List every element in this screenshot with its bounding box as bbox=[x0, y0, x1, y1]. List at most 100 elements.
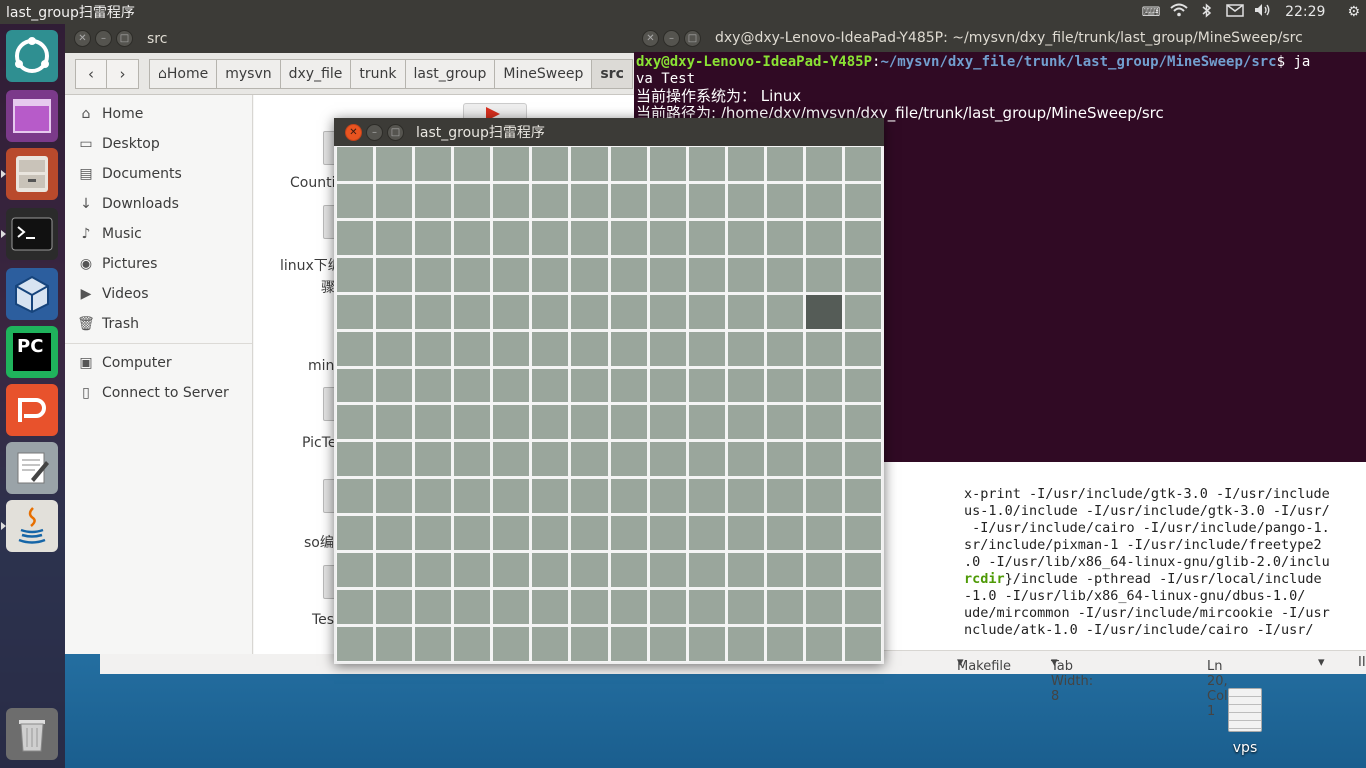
mine-cell[interactable] bbox=[610, 479, 647, 514]
mine-cell[interactable] bbox=[571, 257, 608, 292]
mine-cell[interactable] bbox=[532, 405, 569, 440]
sidebar-item-trash[interactable]: 🗑 Trash bbox=[65, 309, 252, 339]
sidebar-item-videos[interactable]: ▶ Videos bbox=[65, 279, 252, 309]
mine-cell[interactable] bbox=[766, 590, 803, 625]
mine-cell[interactable] bbox=[454, 553, 491, 588]
maximize-icon[interactable]: □ bbox=[387, 123, 404, 141]
mine-cell[interactable] bbox=[688, 553, 725, 588]
breadcrumb-minesweep[interactable]: MineSweep bbox=[495, 58, 593, 89]
mine-cell[interactable] bbox=[493, 405, 530, 440]
mine-cell[interactable] bbox=[610, 331, 647, 366]
maximize-icon[interactable]: □ bbox=[684, 29, 701, 47]
mine-cell[interactable] bbox=[493, 147, 530, 181]
mine-cell[interactable] bbox=[571, 294, 608, 329]
mine-cell[interactable] bbox=[376, 331, 413, 366]
mine-cell[interactable] bbox=[376, 294, 413, 329]
mine-cell[interactable] bbox=[727, 442, 764, 477]
mine-cell[interactable] bbox=[337, 368, 374, 403]
mine-cell[interactable] bbox=[532, 147, 569, 181]
terminal-titlebar[interactable]: ✕ – □ dxy@dxy-Lenovo-IdeaPad-Y485P: ~/my… bbox=[634, 24, 1366, 52]
mine-cell[interactable] bbox=[766, 294, 803, 329]
mine-cell[interactable] bbox=[649, 442, 686, 477]
mine-cell[interactable] bbox=[844, 516, 881, 551]
mine-cell[interactable] bbox=[649, 590, 686, 625]
mine-cell[interactable] bbox=[727, 147, 764, 181]
maximize-icon[interactable]: □ bbox=[116, 30, 133, 47]
mine-cell[interactable] bbox=[376, 183, 413, 218]
mine-cell[interactable] bbox=[571, 590, 608, 625]
mine-cell[interactable] bbox=[805, 553, 842, 588]
mine-cell[interactable] bbox=[532, 183, 569, 218]
mine-cell[interactable] bbox=[649, 220, 686, 255]
mine-cell[interactable] bbox=[493, 590, 530, 625]
mine-cell[interactable] bbox=[649, 331, 686, 366]
mine-cell[interactable] bbox=[454, 220, 491, 255]
mine-cell[interactable] bbox=[688, 257, 725, 292]
mine-cell[interactable] bbox=[805, 627, 842, 661]
mine-cell[interactable] bbox=[376, 516, 413, 551]
terminal-output[interactable]: dxy@dxy-Lenovo-IdeaPad-Y485P:~/mysvn/dxy… bbox=[634, 52, 1366, 124]
mine-cell[interactable] bbox=[610, 257, 647, 292]
mine-cell[interactable] bbox=[688, 405, 725, 440]
file-name[interactable]: linux下编 bbox=[280, 255, 342, 275]
file-name[interactable]: so编 bbox=[304, 532, 334, 552]
mine-cell[interactable] bbox=[493, 257, 530, 292]
mine-cell[interactable] bbox=[688, 479, 725, 514]
mine-cell[interactable] bbox=[688, 331, 725, 366]
mine-cell[interactable] bbox=[571, 516, 608, 551]
mine-cell[interactable] bbox=[610, 294, 647, 329]
mine-cell[interactable] bbox=[805, 590, 842, 625]
mine-cell[interactable] bbox=[532, 331, 569, 366]
terminal-icon[interactable] bbox=[1, 208, 58, 260]
mine-cell[interactable] bbox=[571, 553, 608, 588]
mine-cell[interactable] bbox=[805, 294, 842, 329]
mine-cell[interactable] bbox=[337, 405, 374, 440]
mine-cell[interactable] bbox=[766, 257, 803, 292]
chevron-down-icon[interactable]: ▾ bbox=[1318, 655, 1325, 670]
close-icon[interactable]: ✕ bbox=[74, 30, 91, 47]
mine-cell[interactable] bbox=[454, 257, 491, 292]
mine-cell[interactable] bbox=[805, 442, 842, 477]
mine-cell[interactable] bbox=[610, 147, 647, 181]
workspace-icon[interactable] bbox=[6, 90, 58, 142]
breadcrumb-trunk[interactable]: trunk bbox=[351, 58, 406, 89]
sidebar-item-connect-to-server[interactable]: ▯ Connect to Server bbox=[65, 378, 252, 408]
mine-cell[interactable] bbox=[649, 183, 686, 218]
mine-cell[interactable] bbox=[610, 590, 647, 625]
mine-cell[interactable] bbox=[532, 257, 569, 292]
mine-cell[interactable] bbox=[805, 368, 842, 403]
mine-cell[interactable] bbox=[844, 442, 881, 477]
mine-cell[interactable] bbox=[727, 516, 764, 551]
mine-cell[interactable] bbox=[415, 405, 452, 440]
mine-cell[interactable] bbox=[415, 147, 452, 181]
mine-cell[interactable] bbox=[649, 405, 686, 440]
java-icon[interactable] bbox=[1, 500, 58, 552]
mine-cell[interactable] bbox=[727, 479, 764, 514]
mine-cell[interactable] bbox=[571, 442, 608, 477]
file-name[interactable]: PicTe bbox=[302, 435, 337, 451]
file-name[interactable]: Tes bbox=[312, 612, 334, 628]
mine-cell[interactable] bbox=[376, 220, 413, 255]
mine-cell[interactable] bbox=[493, 479, 530, 514]
mine-cell[interactable] bbox=[688, 627, 725, 661]
mine-cell[interactable] bbox=[532, 479, 569, 514]
mine-cell[interactable] bbox=[688, 590, 725, 625]
mine-cell[interactable] bbox=[688, 294, 725, 329]
mine-cell[interactable] bbox=[844, 405, 881, 440]
mine-cell[interactable] bbox=[532, 294, 569, 329]
pycharm-icon[interactable]: PC bbox=[6, 326, 58, 378]
mine-cell[interactable] bbox=[337, 627, 374, 661]
mine-cell[interactable] bbox=[688, 368, 725, 403]
file-cabinet-icon[interactable] bbox=[1, 148, 58, 200]
close-icon[interactable]: ✕ bbox=[345, 123, 362, 141]
mine-cell[interactable] bbox=[454, 294, 491, 329]
mine-cell[interactable] bbox=[766, 368, 803, 403]
mine-cell[interactable] bbox=[493, 442, 530, 477]
mine-cell[interactable] bbox=[337, 294, 374, 329]
mine-cell[interactable] bbox=[337, 331, 374, 366]
wps-p-icon[interactable] bbox=[6, 384, 58, 436]
forward-button[interactable]: › bbox=[107, 58, 139, 89]
mine-cell[interactable] bbox=[805, 516, 842, 551]
mine-cell[interactable] bbox=[610, 553, 647, 588]
language-selector[interactable]: Makefile ▾ bbox=[957, 655, 1011, 674]
